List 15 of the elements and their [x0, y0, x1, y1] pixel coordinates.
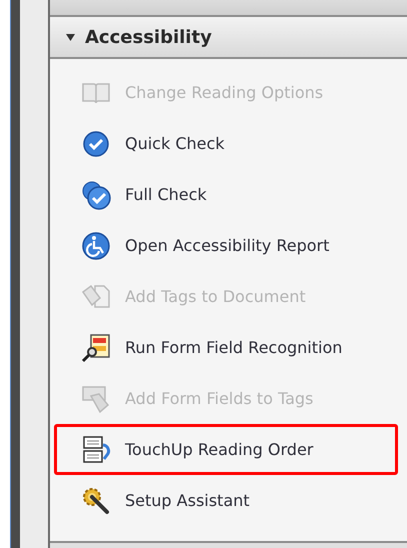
menu-item[interactable]: Run Form Field Recognition	[54, 322, 398, 373]
collapse-triangle-icon	[66, 34, 75, 40]
wheelchair-icon	[81, 230, 111, 260]
menu-item[interactable]: Setup Assistant	[54, 475, 398, 526]
highlighted-menu-item[interactable]: TouchUp Reading Order	[54, 424, 398, 475]
reading-order-icon	[81, 434, 111, 464]
menu-item[interactable]: Full Check	[54, 169, 398, 220]
tag-icon	[81, 384, 111, 414]
gear-wand-icon	[81, 486, 111, 516]
form-magnifier-icon	[81, 332, 111, 362]
checkmark-icon	[81, 180, 111, 210]
menu-item[interactable]: Quick Check	[54, 118, 398, 169]
menu-item[interactable]: Open Accessibility Report	[54, 220, 398, 271]
checkmark-icon	[81, 128, 111, 158]
section-header[interactable]: Accessibility	[50, 17, 407, 59]
